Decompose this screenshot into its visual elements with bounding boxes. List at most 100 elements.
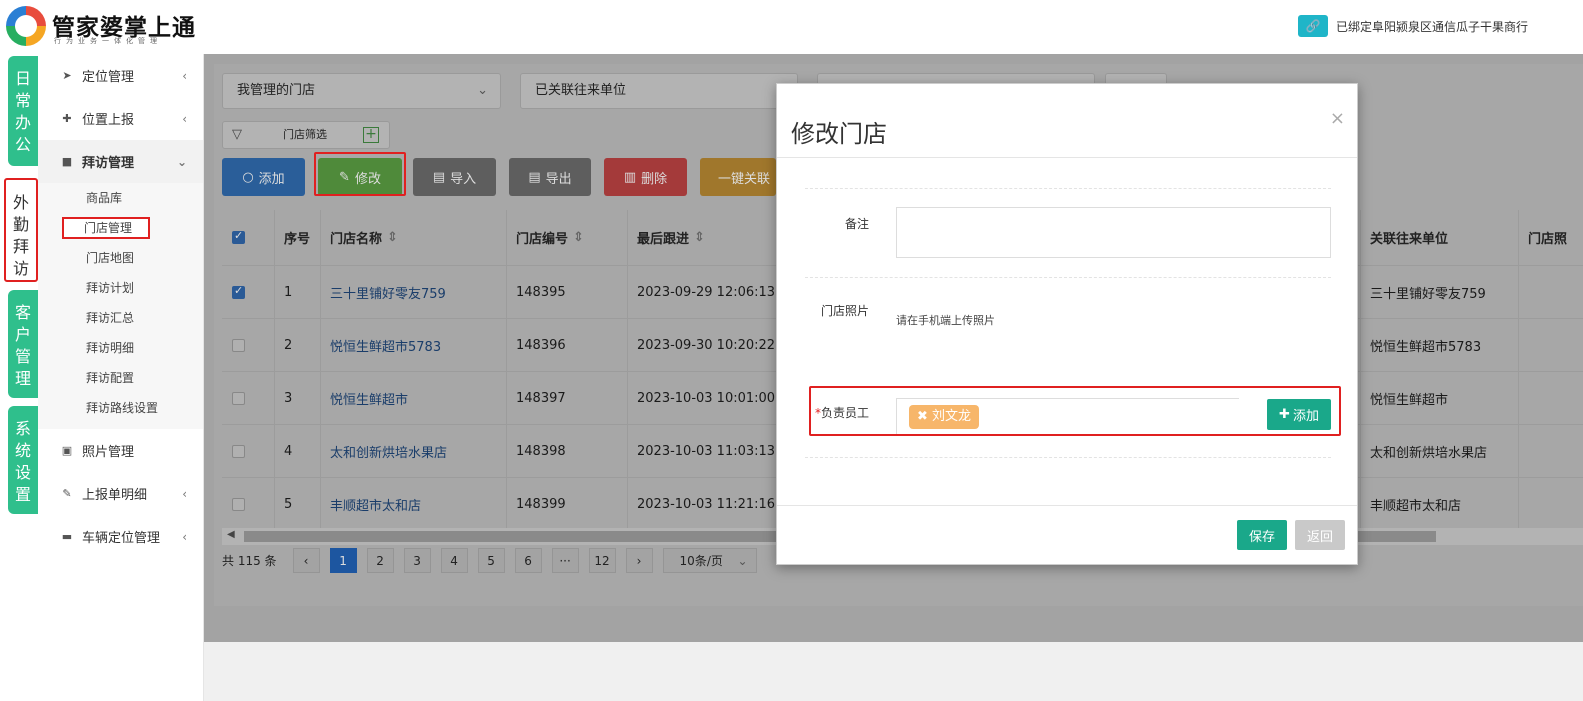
chevron-down-icon: ⌄: [477, 83, 488, 98]
cell-store-name-link[interactable]: 太和创新烘培水果店: [320, 425, 447, 477]
cell-last-follow: 2023-10-03 11:21:16: [627, 478, 775, 530]
file-icon: ▤: [432, 169, 446, 185]
submenu-visit-route[interactable]: 拜访路线设置: [38, 393, 203, 423]
dialog-title: 修改门店: [791, 120, 887, 148]
cell-last-follow: 2023-10-03 10:01:00: [627, 372, 775, 424]
submenu-store-map[interactable]: 门店地图: [38, 243, 203, 273]
cell-store-name-link[interactable]: 悦恒生鲜超市5783: [320, 319, 441, 371]
cell-store-photo: [1518, 425, 1528, 477]
file-icon: ▤: [528, 169, 541, 185]
plus-square-icon[interactable]: +: [363, 127, 379, 143]
vtab-field-visit[interactable]: 外勤拜访: [4, 178, 38, 282]
row-checkbox[interactable]: [222, 319, 245, 371]
page-button[interactable]: ···: [551, 548, 579, 573]
import-button[interactable]: ▤ 导入: [413, 158, 496, 196]
close-icon[interactable]: ×: [1330, 108, 1345, 129]
store-filter[interactable]: ▽ 门店筛选 +: [222, 121, 390, 149]
submenu-visit-config[interactable]: 拜访配置: [38, 363, 203, 393]
delete-button[interactable]: ▥ 删除: [604, 158, 687, 196]
page-list: 1 2 3 4 5 6 ··· 12: [329, 548, 626, 573]
vtab-system-settings[interactable]: 系统设置: [8, 406, 38, 514]
menu-photo-mgmt[interactable]: ▣ 照片管理: [38, 429, 203, 472]
menu-report-detail[interactable]: ✎ 上报单明细 ‹: [38, 472, 203, 515]
page-button[interactable]: 1: [329, 548, 357, 573]
next-page-button[interactable]: ›: [625, 548, 653, 573]
car-icon: ▬: [61, 530, 73, 543]
cell-no: 1: [274, 266, 292, 318]
page-button[interactable]: 6: [514, 548, 542, 573]
page-button[interactable]: 3: [403, 548, 431, 573]
cell-linked-unit: 太和创新烘培水果店: [1360, 425, 1487, 477]
cell-store-code: 148399: [506, 478, 566, 530]
submenu-visit-plan[interactable]: 拜访计划: [38, 273, 203, 303]
save-button[interactable]: 保存: [1237, 520, 1287, 550]
cell-store-photo: [1518, 372, 1528, 424]
one-click-link-button[interactable]: 一键关联: [700, 158, 776, 196]
submenu-store-mgmt[interactable]: 门店管理: [38, 213, 203, 243]
menu-vehicle-location[interactable]: ▬ 车辆定位管理 ‹: [38, 515, 203, 558]
cell-linked-unit: 悦恒生鲜超市: [1360, 372, 1448, 424]
cell-store-name-link[interactable]: 丰顺超市太和店: [320, 478, 421, 530]
page-button[interactable]: 12: [588, 548, 616, 573]
link-icon: 🔗: [1297, 15, 1328, 37]
vtab-customer-mgmt[interactable]: 客户管理: [8, 290, 38, 398]
cell-store-code: 148396: [506, 319, 566, 371]
cell-last-follow: 2023-09-29 12:06:13: [627, 266, 775, 318]
export-button[interactable]: ▤ 导出: [509, 158, 591, 196]
row-checkbox[interactable]: [222, 372, 245, 424]
page-button[interactable]: 2: [366, 548, 394, 573]
row-checkbox[interactable]: [222, 266, 245, 318]
visit-submenu: 商品库 门店管理 门店地图 拜访计划 拜访汇总 拜访明细 拜访配置 拜访路线设置: [38, 183, 203, 429]
staff-row-highlight: [809, 386, 1341, 436]
submenu-visit-summary[interactable]: 拜访汇总: [38, 303, 203, 333]
page-button[interactable]: 5: [477, 548, 505, 573]
header-no: 序号: [274, 210, 310, 265]
cell-no: 2: [274, 319, 292, 371]
scroll-left-icon[interactable]: ◀: [227, 529, 235, 540]
total-count: 共 115 条: [222, 554, 277, 568]
cell-last-follow: 2023-10-03 11:03:13: [627, 425, 775, 477]
header-store-name[interactable]: 门店名称 ⇕: [320, 210, 398, 265]
back-button[interactable]: 返回: [1295, 520, 1345, 550]
menu-visit-mgmt[interactable]: ■ 拜访管理 ⌄: [38, 140, 203, 183]
binding-text: 已绑定阜阳颍泉区通信瓜子干果商行: [1335, 19, 1528, 34]
binding-status[interactable]: 🔗 已绑定阜阳颍泉区通信瓜子干果商行: [1297, 15, 1528, 37]
remark-input[interactable]: [896, 207, 1331, 258]
linked-unit-select[interactable]: 已关联往来单位: [520, 73, 798, 109]
cell-store-photo: [1518, 319, 1528, 371]
sort-icon: ⇕: [694, 230, 705, 245]
cell-store-name-link[interactable]: 悦恒生鲜超市: [320, 372, 408, 424]
menu-location-mgmt[interactable]: ➤ 定位管理 ‹: [38, 54, 203, 97]
cell-store-name-link[interactable]: 三十里铺好零友759: [320, 266, 446, 318]
store-scope-select[interactable]: 我管理的门店 ⌄: [222, 73, 501, 109]
submenu-product-library[interactable]: 商品库: [38, 183, 203, 213]
header-last-follow[interactable]: 最后跟进 ⇕: [627, 210, 705, 265]
send-icon: ➤: [62, 69, 72, 82]
cell-linked-unit: 悦恒生鲜超市5783: [1360, 319, 1481, 371]
header-store-code[interactable]: 门店编号 ⇕: [506, 210, 584, 265]
brand-logo-icon: [6, 6, 46, 46]
sort-icon: ⇕: [387, 230, 398, 245]
header-store-photo: 门店照: [1518, 210, 1567, 265]
camera-icon: ▣: [61, 444, 73, 457]
page-button[interactable]: 4: [440, 548, 468, 573]
briefcase-icon: ■: [61, 155, 73, 168]
chevron-left-icon: ‹: [182, 68, 187, 83]
cell-store-photo: [1518, 266, 1528, 318]
vtab-daily-office[interactable]: 日常办公: [8, 56, 38, 166]
cell-no: 4: [274, 425, 292, 477]
row-checkbox[interactable]: [222, 478, 245, 530]
brand-slogan: 行为业务一体化管理: [54, 37, 162, 45]
sort-icon: ⇕: [573, 230, 584, 245]
menu-location-report[interactable]: ✚ 位置上报 ‹: [38, 97, 203, 140]
chevron-down-icon: ⌄: [176, 154, 187, 169]
submenu-visit-detail[interactable]: 拜访明细: [38, 333, 203, 363]
chevron-left-icon: ‹: [182, 529, 187, 544]
cell-no: 5: [274, 478, 292, 530]
prev-page-button[interactable]: ‹: [292, 548, 320, 573]
select-all-checkbox[interactable]: [222, 210, 245, 265]
add-button[interactable]: ○ 添加: [222, 158, 305, 196]
cell-no: 3: [274, 372, 292, 424]
page-size-select[interactable]: 10条/页 ⌄: [662, 548, 757, 573]
row-checkbox[interactable]: [222, 425, 245, 477]
